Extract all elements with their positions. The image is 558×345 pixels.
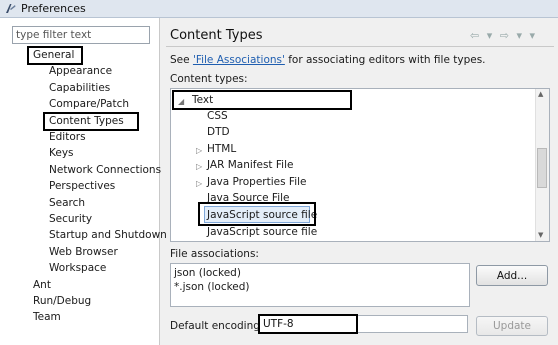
default-encoding-label: Default encoding: (170, 320, 264, 332)
tree-item[interactable]: Perspectives (49, 180, 115, 193)
scrollbar-thumb[interactable] (537, 148, 547, 188)
content-type-item[interactable]: Java Properties File (207, 176, 307, 189)
tree-item[interactable]: Ant (33, 279, 51, 292)
scroll-down-icon[interactable]: ▼ (538, 231, 543, 239)
content-type-item[interactable]: HTML (207, 143, 236, 156)
list-item[interactable]: *.json (locked) (174, 281, 250, 293)
page-title: Content Types (170, 28, 263, 43)
tree-item[interactable]: Compare/Patch (49, 98, 129, 111)
collapsed-arrow-icon[interactable]: ▷ (196, 177, 202, 190)
description: See 'File Associations' for associating … (170, 54, 486, 66)
text-highlight-box (172, 90, 352, 110)
encoding-field-background (356, 315, 468, 333)
tree-item[interactable]: Network Connections (49, 164, 161, 177)
highlight-box (43, 112, 139, 131)
tree-item[interactable]: Startup and Shutdown (49, 229, 167, 242)
description-prefix: See (170, 54, 193, 66)
update-button[interactable]: Update (476, 316, 548, 336)
scroll-up-icon[interactable]: ▲ (538, 90, 543, 98)
history-nav-icons[interactable]: ⇦ ▾ ⇨ ▾ ▾ (470, 29, 537, 42)
tree-item[interactable]: Run/Debug (33, 295, 91, 308)
tree-item[interactable]: Workspace (49, 262, 106, 275)
filter-input[interactable] (12, 26, 150, 44)
window-title: Preferences (21, 2, 86, 15)
javascript-highlight-box (198, 202, 316, 226)
content-type-item[interactable]: JavaScript source file (207, 226, 317, 239)
collapsed-arrow-icon[interactable]: ▷ (196, 160, 202, 173)
content-type-item[interactable]: JAR Manifest File (207, 159, 293, 172)
app-icon (6, 4, 16, 13)
tree-item[interactable]: Security (49, 213, 92, 226)
tree-item[interactable]: Search (49, 197, 85, 210)
file-associations-label: File associations: (170, 248, 259, 260)
highlight-box (27, 46, 83, 65)
tree-item[interactable]: Keys (49, 147, 74, 160)
content-type-item[interactable]: DTD (207, 126, 230, 139)
collapsed-arrow-icon[interactable]: ▷ (196, 144, 202, 157)
default-encoding-input[interactable] (258, 314, 358, 334)
list-item[interactable]: json (locked) (174, 267, 241, 279)
add-button[interactable]: Add... (476, 265, 548, 286)
tree-item[interactable]: Web Browser (49, 246, 118, 259)
divider (166, 46, 554, 47)
tree-item[interactable]: Capabilities (49, 82, 110, 95)
tree-item[interactable]: Editors (49, 131, 86, 144)
tree-item[interactable]: Appearance (49, 65, 112, 78)
file-associations-link[interactable]: 'File Associations' (193, 54, 285, 66)
content-types-label: Content types: (170, 73, 248, 85)
tree-item[interactable]: Team (33, 311, 61, 324)
content-type-item[interactable]: CSS (207, 110, 228, 123)
description-suffix: for associating editors with file types. (284, 54, 486, 66)
